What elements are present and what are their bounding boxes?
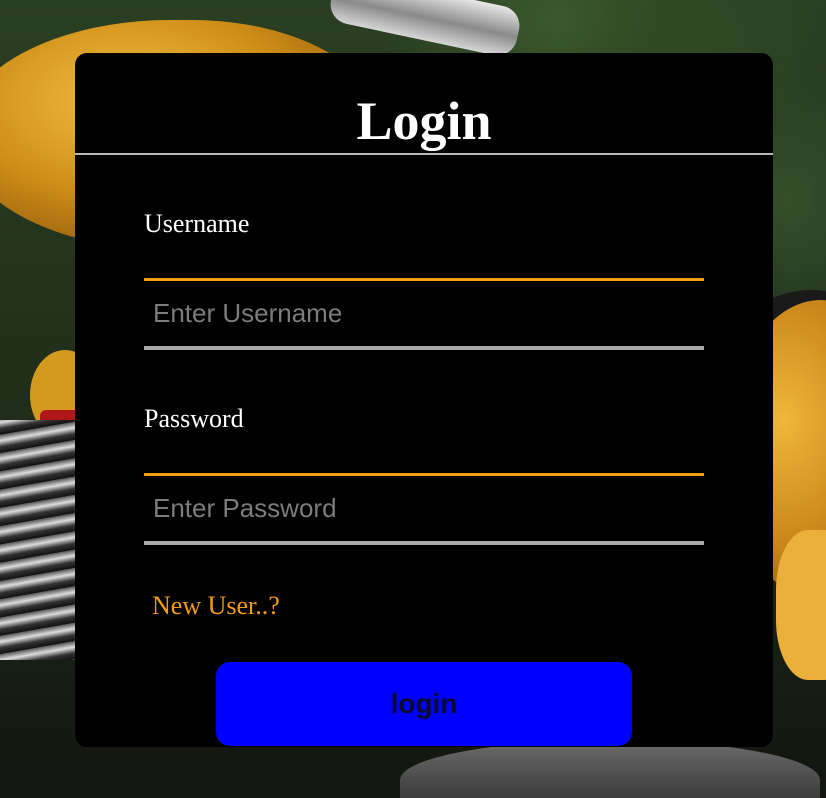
- password-label: Password: [144, 404, 244, 433]
- new-user-link[interactable]: New User..?: [152, 591, 280, 621]
- password-input[interactable]: [144, 476, 704, 541]
- motorcycle-engine-cover: [400, 740, 820, 798]
- username-label: Username: [144, 209, 250, 238]
- username-field-container: [144, 278, 704, 350]
- motorcycle-side-panel-band: [776, 530, 826, 680]
- login-button[interactable]: login: [216, 662, 632, 746]
- login-card-header: Login: [75, 53, 773, 155]
- password-field-container: [144, 473, 704, 545]
- login-title: Login: [356, 91, 492, 151]
- motorcycle-chrome-part: [326, 0, 524, 60]
- username-input[interactable]: [144, 281, 704, 346]
- login-card: Login Username Password New User..? logi…: [75, 53, 773, 747]
